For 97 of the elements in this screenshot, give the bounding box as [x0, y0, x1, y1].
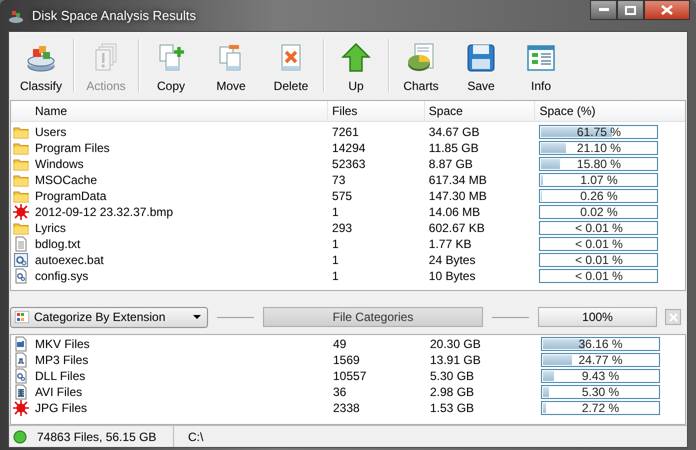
toolbar-button[interactable]: Classify	[11, 37, 71, 96]
status-path: C:\	[187, 430, 204, 444]
grid-icon	[15, 311, 29, 324]
files-cell-text: 73	[331, 172, 346, 187]
percentage-text: 0.02 %	[579, 206, 619, 218]
percentage-text: 24.77 %	[577, 354, 624, 366]
name-cell[interactable]: AVI Files	[11, 384, 329, 400]
percentage-text: 1.07 %	[579, 174, 619, 186]
close-icon	[661, 5, 673, 15]
space-cell-text: 34.67 GB	[428, 124, 480, 139]
space-cell-text: 20.30 GB	[429, 336, 482, 351]
status-ok-icon	[13, 430, 27, 444]
percentage-text: < 0.01 %	[574, 254, 624, 266]
name-cell[interactable]: Users	[11, 124, 328, 140]
percentage-text: 21.10 %	[576, 142, 622, 154]
percentage-text: 9.43 %	[580, 370, 620, 382]
files-cell-text: 36	[332, 384, 348, 399]
name-cell[interactable]: bdlog.txt	[11, 236, 328, 252]
name-cell[interactable]: Lyrics	[11, 220, 328, 236]
name-cell[interactable]: config.sys	[11, 268, 328, 284]
name-cell[interactable]: JPG Files	[11, 400, 329, 416]
gear-file-icon	[13, 368, 29, 384]
percentage-text: 2.72 %	[580, 402, 620, 414]
name-cell[interactable]: MKV Files	[11, 336, 329, 352]
files-cell-text: 1	[331, 236, 340, 251]
name-cell[interactable]: MSOCache	[11, 172, 328, 188]
splat-icon	[13, 400, 29, 416]
splat-icon	[13, 204, 29, 220]
column-header[interactable]: Space (%)	[535, 100, 686, 121]
percentage-text: 36.16 %	[577, 338, 624, 350]
text-file-icon	[13, 236, 29, 252]
minimize-icon	[598, 8, 608, 12]
files-cell-text: 1569	[332, 352, 361, 367]
gear-file-icon	[13, 252, 29, 268]
files-cell-text: 10557	[332, 368, 368, 383]
space-cell-text: 1.53 GB	[429, 400, 476, 415]
space-cell-text: 8.87 GB	[428, 156, 474, 171]
maximize-button[interactable]	[617, 0, 644, 20]
files-cell-text: 2338	[332, 400, 361, 415]
files-cell-text: 49	[332, 336, 348, 351]
files-cell-text: 575	[331, 188, 354, 203]
space-cell-text: 11.85 GB	[428, 140, 480, 155]
maximize-icon	[625, 6, 636, 14]
audio-file-icon	[13, 352, 29, 368]
space-cell-text: 24 Bytes	[428, 252, 476, 267]
space-cell-text: 14.06 MB	[428, 204, 482, 219]
name-cell[interactable]: MP3 Files	[11, 352, 329, 368]
name-cell[interactable]: Program Files	[11, 140, 328, 156]
column-header[interactable]: Space	[424, 100, 536, 121]
toolbar-button[interactable]: Save	[451, 37, 511, 96]
space-cell-text: 602.67 KB	[428, 220, 486, 235]
space-cell-text: 2.98 GB	[429, 384, 476, 399]
minimize-button[interactable]	[590, 0, 617, 20]
space-cell-text: 1.77 KB	[428, 236, 472, 251]
files-cell-text: 14294	[331, 140, 366, 155]
name-cell[interactable]: autoexec.bat	[11, 252, 328, 268]
toolbar-button[interactable]: Info	[511, 37, 571, 96]
total-percentage: 100%	[538, 307, 657, 328]
percentage-text: < 0.01 %	[574, 222, 624, 234]
window-title: Disk Space Analysis Results	[32, 8, 196, 23]
percentage-text: 15.80 %	[576, 158, 622, 170]
toolbar-button[interactable]: Copy	[141, 37, 201, 96]
percentage-text: < 0.01 %	[574, 270, 624, 282]
toolbar-button[interactable]: Charts	[391, 37, 451, 96]
categorize-dropdown[interactable]: Categorize By Extension	[10, 306, 208, 328]
files-cell-text: 1	[331, 252, 340, 267]
space-cell-text: 10 Bytes	[428, 268, 476, 283]
film-file-icon	[13, 384, 29, 400]
space-cell-text: 147.30 MB	[428, 188, 488, 203]
toolbar-button[interactable]: Move	[201, 37, 261, 96]
gear-file-icon	[13, 268, 29, 284]
status-summary: 74863 Files, 56.15 GB	[37, 430, 156, 444]
space-cell-text: 5.30 GB	[429, 368, 476, 383]
files-cell-text: 1	[331, 268, 340, 283]
name-cell[interactable]: 2012-09-12 23.32.37.bmp	[11, 204, 328, 220]
files-cell-text: 1	[331, 204, 340, 219]
percentage-text: 61.75 %	[576, 126, 622, 138]
name-cell[interactable]: ProgramData	[11, 188, 328, 204]
name-cell[interactable]: Windows	[11, 156, 328, 172]
caret-icon	[193, 315, 201, 320]
close-icon	[668, 312, 678, 322]
categories-title: File Categories	[263, 307, 483, 328]
percentage-text: 5.30 %	[580, 386, 620, 398]
column-header[interactable]: Name	[11, 100, 328, 121]
percentage-text: < 0.01 %	[574, 238, 624, 250]
files-cell-text: 52363	[331, 156, 366, 171]
files-cell-text: 7261	[331, 124, 360, 139]
files-cell-text: 293	[331, 220, 354, 235]
up-arrow-icon	[340, 42, 372, 74]
space-cell-text: 13.91 GB	[429, 352, 482, 367]
column-header[interactable]: Files	[328, 100, 425, 121]
name-cell[interactable]: DLL Files	[11, 368, 329, 384]
close-button[interactable]	[644, 0, 690, 20]
space-cell-text: 617.34 MB	[428, 172, 488, 187]
percentage-text: 0.26 %	[579, 190, 619, 202]
toolbar-button[interactable]: Delete	[261, 37, 321, 96]
toolbar-button[interactable]: Up	[326, 37, 386, 96]
